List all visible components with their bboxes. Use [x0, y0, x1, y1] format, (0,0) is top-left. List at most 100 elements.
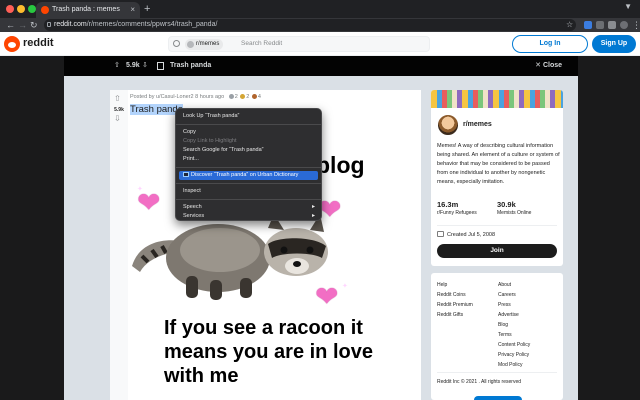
downvote-icon[interactable]: ⇩ — [142, 60, 148, 72]
join-button[interactable]: Join — [437, 244, 557, 258]
subreddit-description: Memes! A way of describing cultural info… — [437, 143, 560, 185]
footer-link[interactable]: About — [498, 282, 511, 288]
browser-tab-bar: Trash panda : memes × + ▼ — [0, 0, 640, 18]
members-stat: 16.3m r/Funny Refugees — [437, 200, 477, 216]
footer-link[interactable]: Reddit Coins — [437, 292, 466, 298]
footer-link[interactable]: Mod Policy — [498, 362, 522, 368]
context-menu: Look Up “Trash panda” Copy Copy Link to Hi… — [175, 108, 322, 221]
award-gold-icon[interactable] — [240, 94, 246, 99]
downvote-arrow-icon[interactable]: ⇩ — [114, 114, 121, 123]
subreddit-name[interactable]: r/memes — [463, 121, 492, 128]
context-menu-item[interactable]: Print... — [176, 155, 321, 164]
footer-link[interactable]: Blog — [498, 322, 508, 328]
created-text: Created Jul 5, 2008 — [447, 232, 496, 238]
vote-column — [110, 90, 128, 400]
bookmark-star-icon[interactable]: ☆ — [566, 18, 573, 32]
online-stat: 30.9k Memists Online — [497, 200, 531, 216]
meme-caption: If you see a racoon it means you are in … — [164, 316, 414, 388]
footer-link[interactable]: Careers — [498, 292, 516, 298]
post-top-bar: ⇧ 5.9k ⇩ Trash panda ✕ Close — [64, 56, 578, 76]
menu-item-label: Look Up “Trash panda” — [183, 113, 240, 119]
extension-icon[interactable] — [584, 21, 592, 29]
reddit-wordmark[interactable]: reddit — [23, 37, 54, 49]
browser-menu-icon[interactable]: ⋮ — [632, 18, 640, 32]
context-menu-item: Copy Link to Highlight — [176, 137, 321, 146]
address-bar[interactable]: reddit.com/r/memes/comments/ppwrs4/trash… — [44, 19, 576, 31]
footer-links-card: Reddit Inc © 2021 . All rights reserved … — [431, 273, 563, 400]
upvote-arrow-icon[interactable]: ⇧ — [114, 94, 121, 103]
menu-item-label: Copy — [183, 129, 196, 135]
reload-icon[interactable]: ↻ — [30, 18, 38, 32]
tab-search-icon[interactable]: ▼ — [624, 2, 632, 11]
context-menu-item[interactable]: Inspect — [176, 187, 321, 196]
zoom-window-icon[interactable] — [28, 5, 36, 13]
context-menu-item[interactable]: Speech ▸ — [176, 203, 321, 212]
copyright-text: Reddit Inc © 2021 . All rights reserved — [437, 379, 522, 385]
url-domain: reddit.com — [54, 21, 87, 28]
extension-icon[interactable] — [596, 21, 604, 29]
footer-link[interactable]: Reddit Gifts — [437, 312, 463, 318]
context-menu-item[interactable]: Services ▸ — [176, 212, 321, 221]
meme-top-word: blog — [316, 152, 365, 178]
back-icon[interactable]: ← — [6, 18, 15, 32]
subreddit-avatar[interactable] — [437, 114, 459, 136]
signup-button[interactable]: Sign Up — [592, 35, 636, 53]
footer-link[interactable]: Help — [437, 282, 447, 288]
tab-close-icon[interactable]: × — [130, 2, 135, 18]
cake-icon — [437, 231, 444, 237]
footer-link[interactable]: Content Policy — [498, 342, 530, 348]
reddit-header: reddit r/memes Search Reddit Log In Sign… — [0, 32, 640, 56]
menu-item-label: Services — [183, 213, 205, 219]
back-to-top-button[interactable] — [474, 396, 522, 400]
submenu-arrow-icon: ▸ — [311, 213, 315, 219]
footer-link[interactable]: Press — [498, 302, 511, 308]
award-silver-icon[interactable] — [228, 94, 234, 99]
forward-icon[interactable]: → — [18, 18, 27, 32]
subreddit-avatar-icon — [187, 41, 194, 48]
search-input[interactable]: r/memes Search Reddit — [168, 36, 430, 52]
footer-link[interactable]: Advertise — [498, 312, 519, 318]
submenu-arrow-icon: ▸ — [311, 204, 315, 210]
menu-separator — [176, 167, 321, 168]
footer-divider — [437, 372, 557, 373]
context-menu-item[interactable]: Look Up “Trash panda” — [176, 112, 321, 121]
new-tab-icon[interactable]: + — [144, 2, 150, 16]
award-platinum-icon[interactable] — [251, 94, 257, 99]
menu-separator — [176, 199, 321, 200]
sparkle-icon: ✦ — [137, 186, 143, 193]
reddit-favicon-icon — [41, 6, 49, 14]
context-menu-item[interactable]: Copy — [176, 128, 321, 137]
footer-link[interactable]: Terms — [498, 332, 512, 338]
meme-caption-line: with me — [164, 365, 239, 387]
upvote-icon[interactable]: ⇧ — [114, 60, 120, 72]
post-meta: Posted by u/Casul-Loner2 8 hours ago 2 2… — [130, 94, 261, 100]
tab-title: Trash panda : memes — [52, 6, 120, 13]
menu-item-label: Inspect — [183, 188, 201, 194]
login-button[interactable]: Log In — [512, 35, 588, 53]
close-label: Close — [542, 62, 562, 69]
sidebar-divider — [437, 225, 557, 226]
menu-item-label: Print... — [183, 156, 199, 162]
reddit-logo-icon[interactable] — [4, 36, 20, 52]
context-menu-item[interactable]: Discover “Trash panda” on Urban Dictiona… — [179, 171, 318, 180]
browser-tab[interactable]: Trash panda : memes × — [36, 2, 140, 18]
minimize-window-icon[interactable] — [17, 5, 25, 13]
search-subreddit-chip[interactable]: r/memes — [185, 39, 224, 50]
subreddit-banner — [431, 90, 563, 108]
footer-link[interactable]: Reddit Premium — [437, 302, 473, 308]
award-count: 2 — [246, 94, 250, 100]
extensions-puzzle-icon[interactable] — [608, 21, 616, 29]
menu-item-label: Speech — [183, 204, 202, 210]
urban-dictionary-icon — [183, 172, 189, 177]
search-placeholder: Search Reddit — [241, 40, 283, 47]
profile-avatar-icon[interactable] — [620, 21, 628, 29]
award-count: 2 — [234, 94, 238, 100]
menu-separator — [176, 124, 321, 125]
lock-icon — [47, 22, 51, 27]
close-post-button[interactable]: ✕ Close — [535, 60, 562, 72]
close-window-icon[interactable] — [6, 5, 14, 13]
context-menu-item[interactable]: Search Google for “Trash panda” — [176, 146, 321, 155]
menu-separator — [176, 183, 321, 184]
meme-caption-line: means you are in love — [164, 341, 373, 363]
footer-link[interactable]: Privacy Policy — [498, 352, 529, 358]
